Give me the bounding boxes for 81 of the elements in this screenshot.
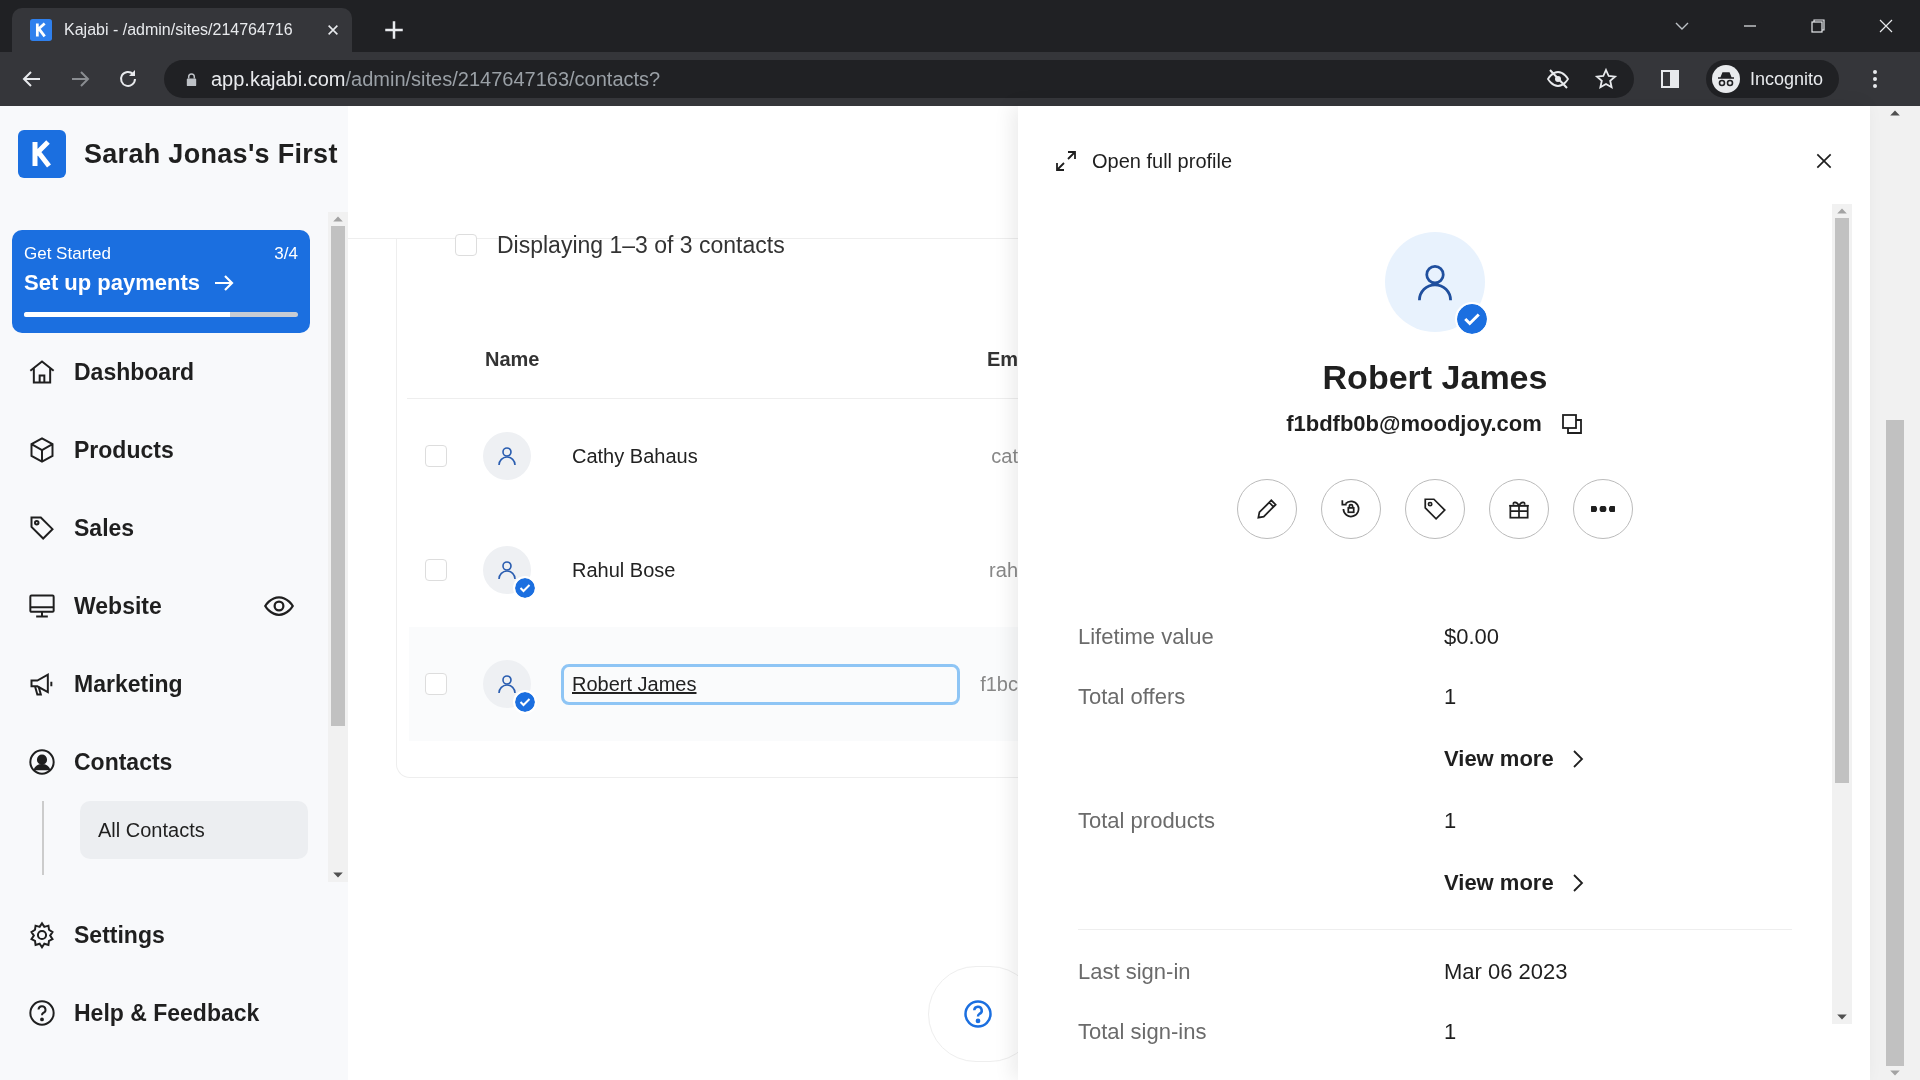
close-icon[interactable] [326, 23, 340, 37]
table-cell: f1bc [980, 672, 1018, 696]
copy-icon[interactable] [1559, 412, 1584, 436]
incognito-icon [1712, 65, 1740, 93]
contact-name: Robert James [1322, 358, 1548, 397]
contact-name: Rahul Bose [571, 557, 677, 583]
question-circle-icon [28, 999, 56, 1027]
nav-item[interactable]: Sales [12, 489, 310, 567]
stat-label: Last sign-in [1078, 959, 1192, 985]
stat-value: $0.00 [1444, 624, 1500, 650]
eye-off-icon[interactable] [1546, 67, 1570, 91]
onboarding-card[interactable]: Get Started 3/4 Set up payments [12, 230, 310, 333]
nav-item[interactable]: Dashboard [12, 333, 310, 411]
stat-value: 1 [1444, 808, 1457, 834]
app-logo-icon [30, 19, 52, 41]
house-icon [28, 358, 56, 386]
view-more-link[interactable]: View more [1444, 746, 1584, 772]
profile-button[interactable]: Incognito [1706, 60, 1840, 98]
scroll-thumb[interactable] [1886, 420, 1904, 1066]
scrollbar[interactable] [328, 212, 348, 882]
star-icon[interactable] [1594, 67, 1618, 91]
nav-item[interactable]: Website [12, 567, 310, 645]
contact-name: Cathy Bahaus [571, 443, 699, 469]
person-icon [495, 558, 519, 582]
new-tab-icon[interactable] [384, 20, 404, 40]
column-header[interactable]: Em [986, 348, 1018, 371]
address-bar[interactable]: app.kajabi.com/admin/sites/2147647163/contacts? [164, 60, 1634, 98]
nav-item[interactable]: Products [12, 411, 310, 489]
row-checkbox[interactable] [425, 559, 447, 581]
person-icon [495, 444, 519, 468]
row-checkbox[interactable] [425, 445, 447, 467]
onboarding-label: Get Started [24, 244, 111, 264]
scroll-thumb[interactable] [1835, 218, 1849, 783]
stat-label: Total products [1078, 808, 1216, 834]
table-cell: cat [991, 444, 1018, 468]
settings-icon [28, 921, 56, 949]
help-button[interactable] [928, 966, 1018, 1062]
expand-icon [1054, 149, 1078, 173]
stat-value: 1 [1444, 684, 1457, 710]
monitor-icon [28, 592, 56, 620]
stat-label: Total offers [1078, 684, 1187, 710]
restore-icon[interactable] [1810, 18, 1826, 34]
stat-label: Lifetime value [1078, 624, 1215, 650]
box-icon [28, 436, 56, 464]
scrollbar[interactable] [1870, 106, 1920, 1080]
onboarding-title: Set up payments [24, 270, 201, 296]
sub-nav-item[interactable]: All Contacts [80, 801, 308, 859]
close-icon[interactable] [1878, 18, 1894, 34]
site-name: Sarah Jonas's First [84, 138, 338, 170]
contact-count: Displaying 1–3 of 3 contacts [497, 231, 785, 259]
nav-item[interactable]: Contacts [12, 723, 310, 801]
nav-item[interactable]: Marketing [12, 645, 310, 723]
nav-item[interactable]: Settings [12, 896, 310, 974]
person-circle-icon [28, 748, 56, 776]
select-all-checkbox[interactable] [455, 234, 477, 256]
side-panel-icon[interactable] [1658, 67, 1682, 91]
open-full-profile-link[interactable]: Open full profile [1054, 149, 1233, 173]
contact-email: f1bdfb0b@moodjoy.com [1286, 411, 1542, 437]
lock-icon [184, 71, 199, 87]
table-cell: rah [989, 558, 1018, 582]
view-more-link[interactable]: View more [1444, 870, 1584, 896]
tag-icon [28, 514, 56, 542]
tag-icon [1422, 496, 1448, 522]
nav-item[interactable]: Help & Feedback [12, 974, 310, 1052]
app-logo-icon[interactable] [18, 130, 66, 178]
stat-value: 1 [1444, 1019, 1457, 1045]
row-checkbox[interactable] [425, 673, 447, 695]
more-icon [1591, 506, 1615, 512]
name-field[interactable]: Robert James [561, 663, 961, 705]
column-header[interactable]: Name [485, 348, 987, 371]
close-icon[interactable] [1814, 151, 1834, 171]
browser-tab[interactable]: Kajabi - /admin/sites/214764716 [12, 8, 352, 52]
pencil-icon [1254, 496, 1280, 522]
question-circle-icon [963, 999, 993, 1029]
scroll-thumb[interactable] [331, 226, 345, 726]
stat-label: Total sign-ins [1078, 1019, 1208, 1045]
tab-title: Kajabi - /admin/sites/214764716 [64, 21, 294, 39]
stat-value: Mar 06 2023 [1444, 959, 1568, 985]
scrollbar[interactable] [1832, 204, 1852, 1024]
person-icon [495, 672, 519, 696]
step-count: 3/4 [274, 244, 298, 264]
